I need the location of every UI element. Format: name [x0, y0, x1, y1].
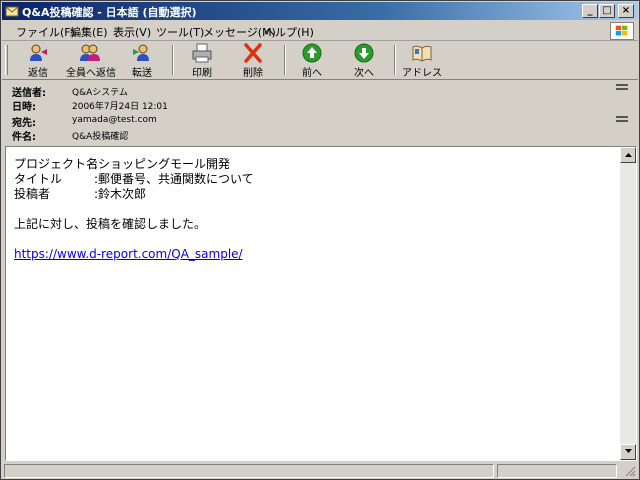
author-value: :鈴木次郎 [94, 187, 147, 201]
date-value: 2006年7月24日 12:01 [72, 102, 168, 112]
reply-all-icon [80, 44, 100, 61]
project-label: プロジェクト名 [14, 157, 99, 171]
to-label: 宛先: [12, 118, 36, 129]
subject-label: 件名: [12, 132, 36, 143]
menu-view[interactable]: 表示(V) [113, 24, 151, 40]
title-value: :郵便番号、共通関数について [94, 172, 254, 186]
address-book-icon [412, 45, 432, 62]
reply-label: 返信 [28, 68, 48, 79]
title-line: タイトル :郵便番号、共通関数について [14, 172, 254, 187]
toolbar: 返信 全員へ返信 転送 印刷 削除 前へ 次へ アドレス [2, 42, 638, 80]
message-header: 送信者: Q&Aシステム 日時: 2006年7月24日 12:01 宛先: ya… [2, 81, 638, 145]
author-line: 投稿者 :鈴木次郎 [14, 187, 254, 202]
from-label: 送信者: [12, 88, 46, 99]
toolbar-separator [284, 45, 286, 75]
addresses-label: アドレス [402, 68, 442, 79]
menu-help[interactable]: ヘルプ(H) [264, 24, 314, 40]
message-window: Q&A投稿確認 - 日本語 (自動選択) _ □ × ファイル(F) 編集(E)… [0, 0, 640, 480]
forward-label: 転送 [132, 68, 152, 79]
previous-label: 前へ [302, 68, 322, 79]
print-button[interactable]: 印刷 [178, 42, 226, 79]
mail-app-icon [5, 6, 19, 17]
project-value: :ショッピングモール開発 [94, 157, 231, 171]
title-bar[interactable]: Q&A投稿確認 - 日本語 (自動選択) _ □ × [2, 2, 638, 20]
status-panel-main [4, 464, 494, 478]
reply-icon [30, 44, 47, 61]
address-book-button[interactable]: アドレス [398, 42, 446, 79]
menu-file[interactable]: ファイル(F) [16, 24, 75, 40]
scroll-up-button[interactable] [620, 147, 636, 163]
delete-button[interactable]: 削除 [229, 42, 277, 79]
next-button[interactable]: 次へ [340, 42, 388, 79]
expand-from-icon[interactable] [616, 84, 628, 94]
close-button[interactable]: × [618, 4, 634, 18]
toolbar-separator [172, 45, 174, 75]
from-value[interactable]: Q&Aシステム [72, 85, 128, 98]
message-body: プロジェクト名:ショッピングモール開発 タイトル :郵便番号、共通関数について 投… [14, 157, 254, 262]
toolbar-separator [394, 45, 396, 75]
title-label: タイトル [14, 172, 63, 186]
print-label: 印刷 [192, 68, 212, 79]
up-arrow-icon [302, 43, 322, 63]
maximize-button[interactable]: □ [599, 4, 615, 18]
status-panel-secondary [497, 464, 617, 478]
author-label: 投稿者 [14, 187, 51, 201]
confirm-line: 上記に対し、投稿を確認しました。 [14, 217, 207, 231]
sample-link[interactable]: https://www.d-report.com/QA_sample/ [14, 247, 243, 261]
windows-logo-icon [610, 22, 634, 40]
previous-button[interactable]: 前へ [288, 42, 336, 79]
scroll-down-arrow-icon [625, 449, 632, 453]
subject-value: Q&A投稿確認 [72, 132, 129, 142]
forward-icon [133, 44, 149, 61]
resize-grip-icon[interactable] [624, 465, 636, 477]
status-bar [2, 463, 638, 479]
menu-tools[interactable]: ツール(T) [156, 24, 204, 40]
vertical-scrollbar[interactable] [620, 147, 636, 460]
delete-x-icon [244, 43, 262, 63]
reply-button[interactable]: 返信 [14, 42, 62, 79]
delete-label: 削除 [243, 68, 263, 79]
scroll-up-arrow-icon [625, 153, 632, 157]
minimize-button[interactable]: _ [582, 4, 598, 18]
reply-all-button[interactable]: 全員へ返信 [66, 42, 116, 79]
expand-to-icon[interactable] [616, 116, 628, 126]
toolbar-grip[interactable] [5, 45, 8, 75]
forward-button[interactable]: 転送 [118, 42, 166, 79]
message-body-pane[interactable]: プロジェクト名:ショッピングモール開発 タイトル :郵便番号、共通関数について 投… [5, 146, 637, 461]
next-label: 次へ [354, 68, 374, 79]
menu-bar: ファイル(F) 編集(E) 表示(V) ツール(T) メッセージ(M) ヘルプ(… [2, 21, 638, 41]
to-value[interactable]: yamada@test.com [72, 115, 157, 125]
project-line: プロジェクト名:ショッピングモール開発 [14, 157, 254, 172]
printer-icon [192, 43, 212, 63]
menu-edit[interactable]: 編集(E) [70, 24, 108, 40]
date-label: 日時: [12, 102, 36, 113]
scroll-down-button[interactable] [620, 444, 636, 460]
window-title: Q&A投稿確認 - 日本語 (自動選択) [22, 6, 197, 19]
down-arrow-icon [354, 43, 374, 63]
reply-all-label: 全員へ返信 [66, 68, 116, 79]
